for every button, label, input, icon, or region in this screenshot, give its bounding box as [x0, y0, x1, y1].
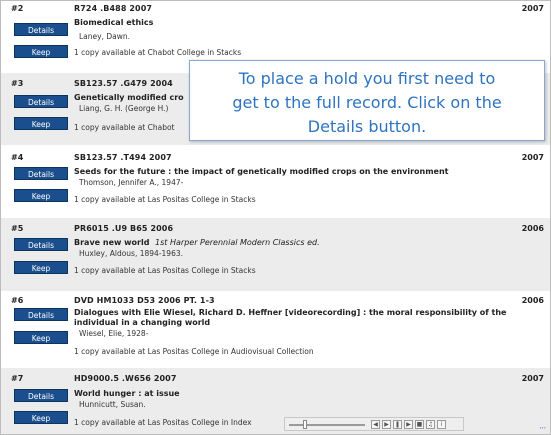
- record-title-text[interactable]: Biomedical ethics: [74, 18, 153, 27]
- record-year: 2006: [521, 224, 544, 233]
- result-record: #4 SB123.57 .T494 2007 2007 Details Seed…: [1, 147, 550, 217]
- details-button[interactable]: Details: [14, 23, 68, 36]
- keep-button[interactable]: Keep: [14, 189, 68, 202]
- stop-icon[interactable]: ■: [415, 420, 424, 429]
- call-number: R724 .B488 2007: [74, 4, 153, 13]
- record-title-text[interactable]: Dialogues with Elie Wiesel, Richard D. H…: [74, 308, 506, 327]
- availability-text: 1 copy available at Las Positas College …: [74, 195, 256, 204]
- record-author: Huxley, Aldous, 1894-1963.: [79, 249, 183, 258]
- record-title-text[interactable]: Brave new world: [74, 238, 149, 247]
- details-button[interactable]: Details: [14, 95, 68, 108]
- record-author: Laney, Dawn.: [79, 32, 130, 41]
- record-year: 2007: [521, 4, 544, 13]
- forward-icon[interactable]: ▶: [404, 420, 413, 429]
- record-edition: 1st Harper Perennial Modern Classics ed.: [155, 238, 320, 247]
- record-number: #6: [11, 296, 24, 305]
- volume-icon[interactable]: ♫: [426, 420, 435, 429]
- result-record: #6 DVD HM1033 D53 2006 PT. 1-3 2006 Deta…: [1, 291, 550, 367]
- result-record: #5 PR6015 .U9 B65 2006 2006 Details Brav…: [1, 218, 550, 291]
- keep-button[interactable]: Keep: [14, 331, 68, 344]
- record-number: #2: [11, 4, 24, 13]
- search-results-page: #2 R724 .B488 2007 2007 Details Biomedic…: [0, 0, 551, 435]
- record-title[interactable]: Biomedical ethics: [74, 18, 542, 28]
- record-title-text[interactable]: Seeds for the future : the impact of gen…: [74, 167, 449, 176]
- details-button[interactable]: Details: [14, 308, 68, 321]
- keep-button[interactable]: Keep: [14, 45, 68, 58]
- callout-line: Details button.: [307, 117, 427, 136]
- corner-text: ’’’: [539, 426, 546, 434]
- instruction-callout: To place a hold you first need to get to…: [189, 60, 545, 141]
- record-title-text[interactable]: Genetically modified cro: [74, 93, 184, 102]
- record-title[interactable]: Brave new world 1st Harper Perennial Mod…: [74, 238, 542, 248]
- record-title[interactable]: Dialogues with Elie Wiesel, Richard D. H…: [74, 308, 542, 328]
- call-number: PR6015 .U9 B65 2006: [74, 224, 174, 233]
- record-year: 2006: [521, 296, 544, 305]
- pause-icon[interactable]: ❚: [393, 420, 402, 429]
- keep-button[interactable]: Keep: [14, 261, 68, 274]
- record-number: #4: [11, 153, 24, 162]
- availability-text: 1 copy available at Las Positas College …: [74, 418, 252, 427]
- seek-thumb[interactable]: [303, 420, 307, 429]
- availability-text: 1 copy available at Las Positas College …: [74, 347, 314, 356]
- play-icon[interactable]: ▶: [382, 420, 391, 429]
- callout-line: get to the full record. Click on the: [232, 93, 502, 112]
- record-number: #3: [11, 79, 24, 88]
- call-number: HD9000.5 .W656 2007: [74, 374, 177, 383]
- details-button[interactable]: Details: [14, 167, 68, 180]
- keep-button[interactable]: Keep: [14, 117, 68, 130]
- record-year: 2007: [521, 374, 544, 383]
- record-author: Wiesel, Elie, 1928-: [79, 329, 149, 338]
- record-title[interactable]: World hunger : at issue: [74, 389, 542, 399]
- record-title-text[interactable]: World hunger : at issue: [74, 389, 180, 398]
- record-author: Liang, G. H. (George H.): [79, 104, 169, 113]
- result-record: #7 HD9000.5 .W656 2007 2007 Details Worl…: [1, 368, 550, 434]
- details-button[interactable]: Details: [14, 238, 68, 251]
- record-author: Thomson, Jennifer A., 1947-: [79, 178, 184, 187]
- call-number: SB123.57 .T494 2007: [74, 153, 172, 162]
- rewind-icon[interactable]: ◀: [371, 420, 380, 429]
- keep-button[interactable]: Keep: [14, 411, 68, 424]
- callout-line: To place a hold you first need to: [238, 69, 496, 88]
- availability-text: 1 copy available at Chabot College in St…: [74, 48, 242, 57]
- record-title[interactable]: Seeds for the future : the impact of gen…: [74, 167, 542, 177]
- record-number: #5: [11, 224, 24, 233]
- record-year: 2007: [521, 153, 544, 162]
- call-number: DVD HM1033 D53 2006 PT. 1-3: [74, 296, 215, 305]
- call-number: SB123.57 .G479 2004: [74, 79, 173, 88]
- media-player-bar: ◀ ▶ ❚ ▶ ■ ♫ i: [284, 417, 464, 431]
- details-button[interactable]: Details: [14, 389, 68, 402]
- record-number: #7: [11, 374, 24, 383]
- record-author: Hunnicutt, Susan.: [79, 400, 146, 409]
- seek-track[interactable]: [289, 424, 365, 426]
- info-icon[interactable]: i: [437, 420, 446, 429]
- availability-text: 1 copy available at Las Positas College …: [74, 266, 256, 275]
- availability-text: 1 copy available at Chabot: [74, 123, 175, 132]
